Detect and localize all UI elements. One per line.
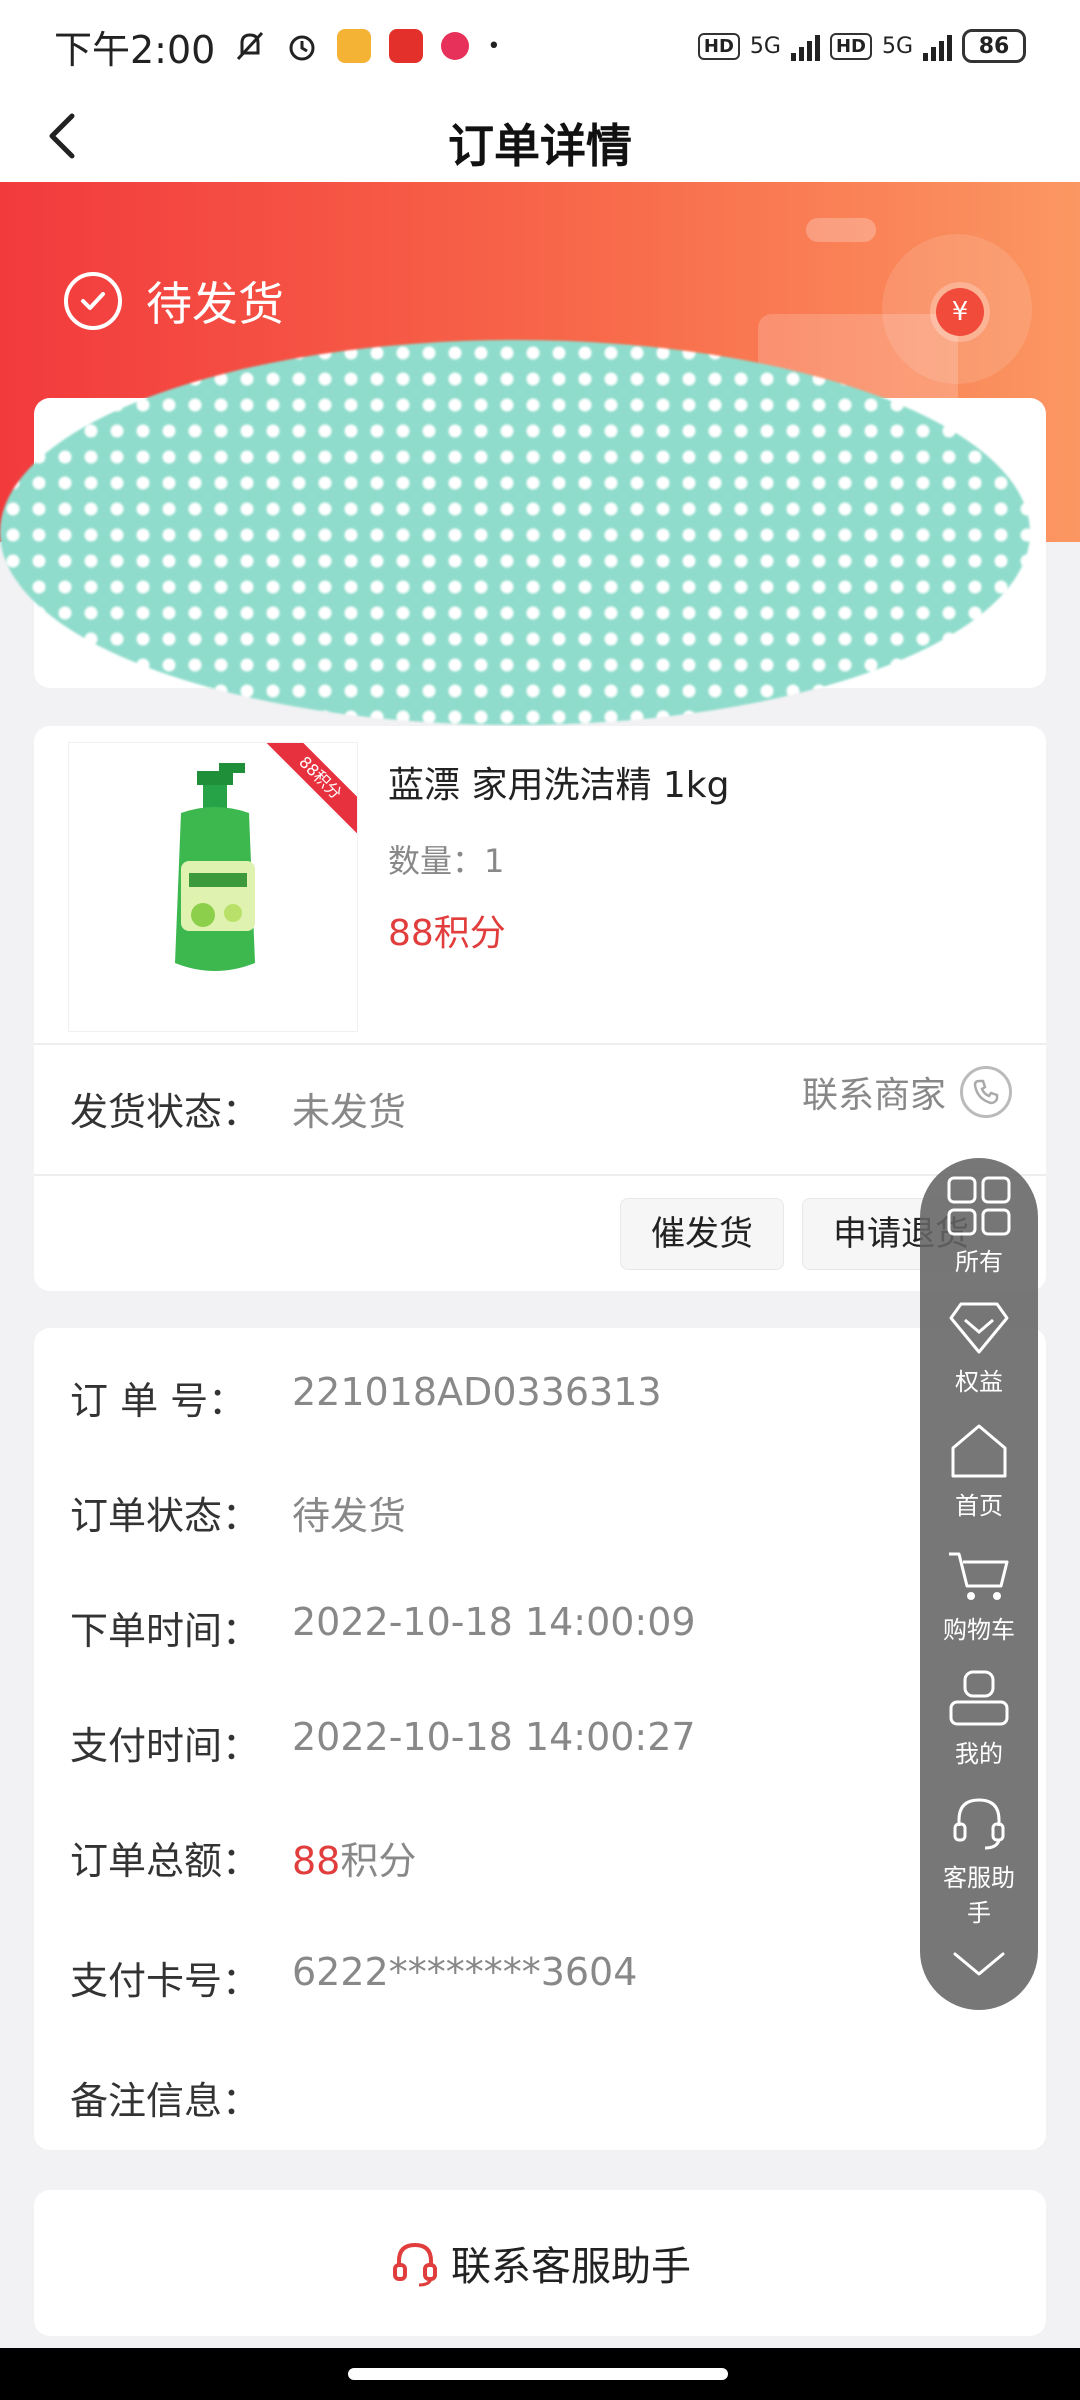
hd-badge: HD [829, 32, 872, 60]
product-card: 88积分 蓝漂 家用洗洁精 1kg 数量：1 88积分 发货状态： 未发货 联系… [34, 726, 1046, 1291]
shipping-status-label: 发货状态： [70, 1090, 261, 1134]
contact-merchant-label: 联系商家 [801, 1075, 946, 1116]
chevron-down-icon [953, 1952, 1005, 1976]
divider [34, 1174, 1046, 1176]
product-points: 88积分 [388, 913, 506, 954]
phone-icon [960, 1066, 1012, 1118]
redaction-overlay [0, 340, 1030, 725]
music-app-icon [441, 32, 470, 60]
pay-time-value: 2022-10-18 14:00:27 [292, 1715, 696, 1759]
hd-badge: HD [697, 32, 740, 60]
pay-card-label: 支付卡号： [70, 1959, 261, 2003]
order-total-unit: 积分 [340, 1839, 417, 1883]
cloud-decoration [806, 218, 876, 242]
notes-app-icon [337, 29, 372, 63]
network-label: 5G [881, 33, 913, 59]
quick-menu-home-label: 首页 [955, 1492, 1003, 1520]
shipping-status-value: 未发货 [292, 1090, 407, 1134]
urge-shipping-button[interactable]: 催发货 [620, 1198, 784, 1270]
quick-menu-mine-label: 我的 [955, 1740, 1003, 1768]
grid-icon [947, 1176, 1011, 1236]
battery-indicator: 86 [962, 29, 1026, 63]
order-total-amount: 88 [292, 1839, 341, 1883]
order-details-card: 订 单 号： 221018AD0336313 订单状态： 待发货 下单时间： 2… [34, 1328, 1046, 2150]
quick-menu-all[interactable]: 所有 [920, 1176, 1038, 1277]
detail-row-order-status: 订单状态： 待发货 [70, 1485, 406, 1540]
quick-menu-mine[interactable]: 我的 [920, 1670, 1038, 1769]
floating-quick-menu: 所有 权益 首页 购物车 我的 客服助 手 [920, 1158, 1038, 2010]
contact-customer-service-button[interactable]: 联系客服助手 [34, 2190, 1046, 2336]
user-icon [949, 1670, 1009, 1726]
quick-menu-benefits[interactable]: 权益 [920, 1300, 1038, 1397]
order-status-title: 待发货 [146, 277, 284, 331]
order-number-label: 订 单 号： [70, 1379, 247, 1423]
quick-menu-assistant-label-1: 客服助 [943, 1864, 1015, 1892]
quick-menu-cart[interactable]: 购物车 [920, 1548, 1038, 1645]
detail-row-order-number: 订 单 号： 221018AD0336313 [70, 1370, 662, 1425]
quick-menu-assistant[interactable]: 客服助 手 [920, 1794, 1038, 1928]
quick-menu-cart-label: 购物车 [943, 1616, 1015, 1644]
contact-customer-service-label: 联系客服助手 [451, 2244, 691, 2290]
coin-icon: ¥ [936, 288, 984, 336]
network-label: 5G [749, 33, 781, 59]
product-name[interactable]: 蓝漂 家用洗洁精 1kg [388, 756, 730, 808]
quick-menu-all-label: 所有 [955, 1248, 1003, 1276]
check-circle-icon [64, 272, 122, 330]
page-title: 订单详情 [448, 119, 632, 173]
cart-icon [949, 1552, 1009, 1600]
alarm-icon [289, 35, 315, 61]
diamond-icon [949, 1302, 1009, 1354]
detail-row-card: 支付卡号： 6222********3604 [70, 1950, 637, 2005]
news-app-icon [389, 29, 424, 63]
signal-icon [923, 31, 952, 61]
nav-bar: 订单详情 [0, 92, 1080, 182]
order-total-value: 88积分 [292, 1830, 416, 1885]
remark-label: 备注信息： [70, 2079, 261, 2123]
order-number-value[interactable]: 221018AD0336313 [292, 1370, 662, 1425]
pay-card-value: 6222********3604 [292, 1950, 638, 1994]
order-status-value: 待发货 [292, 1494, 407, 1538]
divider [34, 1043, 1046, 1045]
headset-icon [393, 2242, 437, 2287]
contact-merchant-button[interactable]: 联系商家 [802, 1066, 1012, 1118]
quick-menu-collapse[interactable] [920, 1948, 1038, 1984]
status-time: 下午2:00 [54, 27, 216, 72]
order-total-label: 订单总额： [70, 1839, 261, 1883]
home-icon [951, 1424, 1007, 1478]
product-quantity: 数量：1 [388, 842, 505, 880]
detail-row-pay-time: 支付时间： 2022-10-18 14:00:27 [70, 1715, 696, 1770]
signal-icon [790, 31, 820, 61]
quick-menu-home[interactable]: 首页 [920, 1422, 1038, 1521]
order-time-label: 下单时间： [70, 1609, 261, 1653]
headset-icon [953, 1798, 1005, 1850]
detail-row-order-time: 下单时间： 2022-10-18 14:00:09 [70, 1600, 696, 1655]
more-notifications-dot: • [487, 33, 501, 59]
detail-row-total: 订单总额： 88积分 [70, 1830, 416, 1885]
pay-time-label: 支付时间： [70, 1724, 261, 1768]
order-time-value: 2022-10-18 14:00:09 [292, 1600, 696, 1644]
mute-icon [237, 31, 264, 61]
order-status-label: 订单状态： [70, 1494, 261, 1538]
home-indicator[interactable] [0, 2348, 1080, 2400]
product-image[interactable]: 88积分 [68, 742, 358, 1032]
detail-row-remark: 备注信息： [70, 2070, 292, 2125]
quick-menu-assistant-label-2: 手 [967, 1899, 991, 1927]
status-bar: 下午2:00 • HD 5G HD 5G 86 [0, 0, 1080, 92]
quick-menu-benefits-label: 权益 [955, 1368, 1003, 1396]
